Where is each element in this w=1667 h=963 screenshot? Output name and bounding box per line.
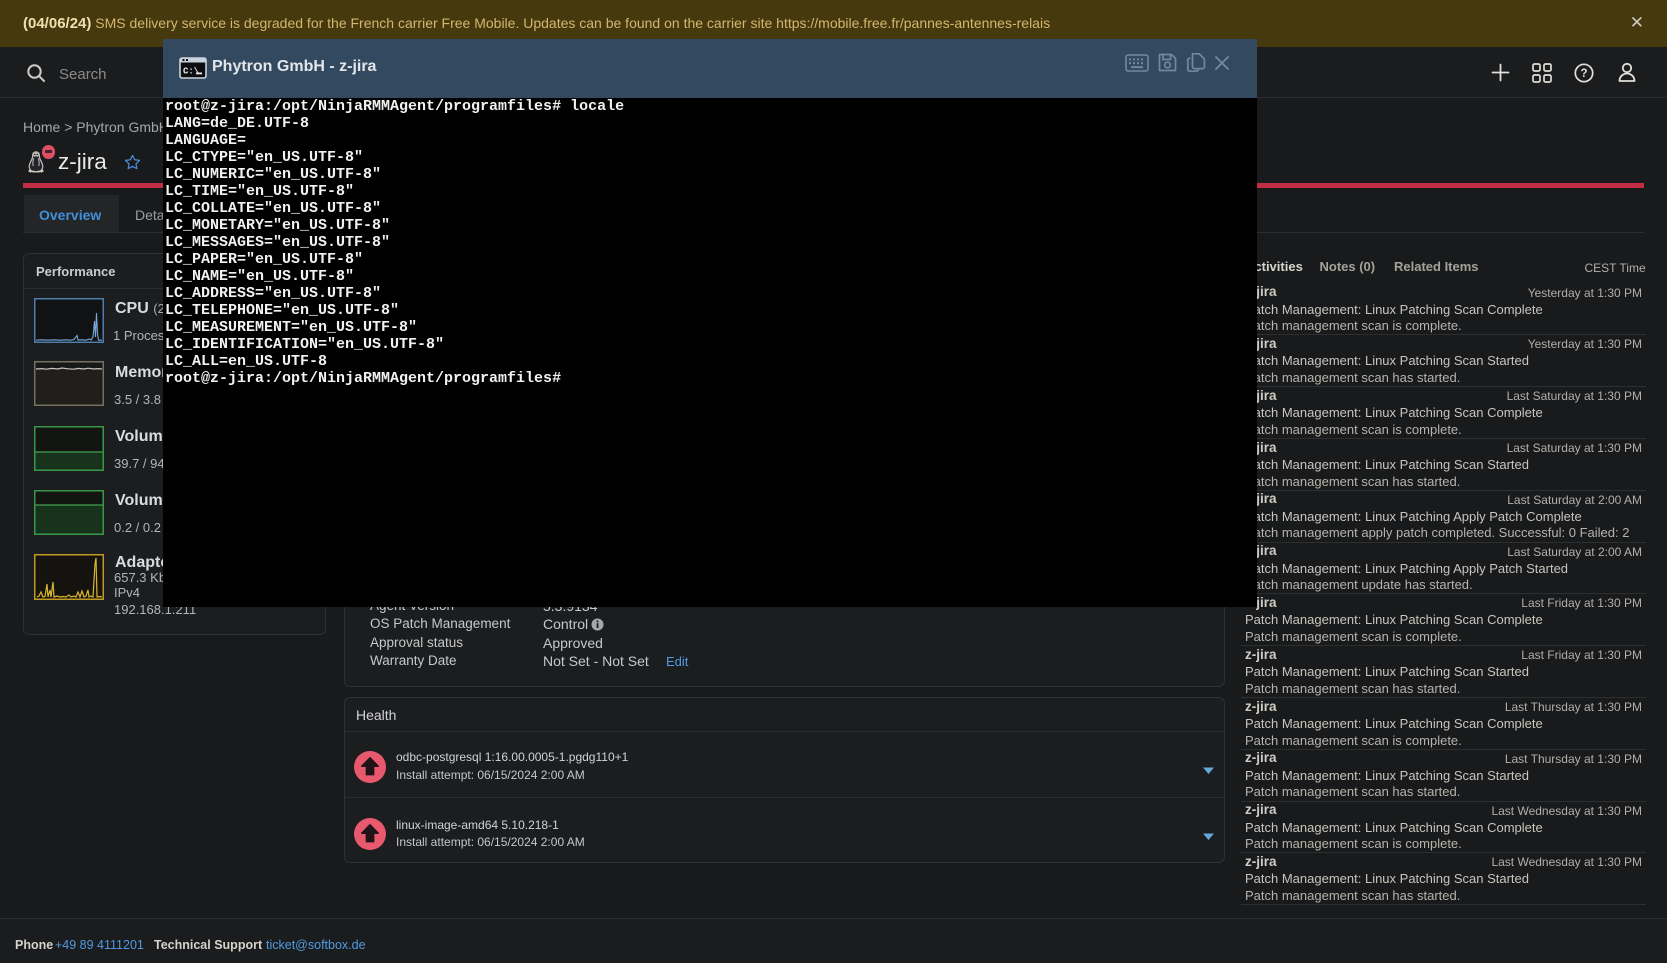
svg-text:C:\: C:\ <box>183 67 200 77</box>
svg-text:?: ? <box>1580 68 1587 80</box>
